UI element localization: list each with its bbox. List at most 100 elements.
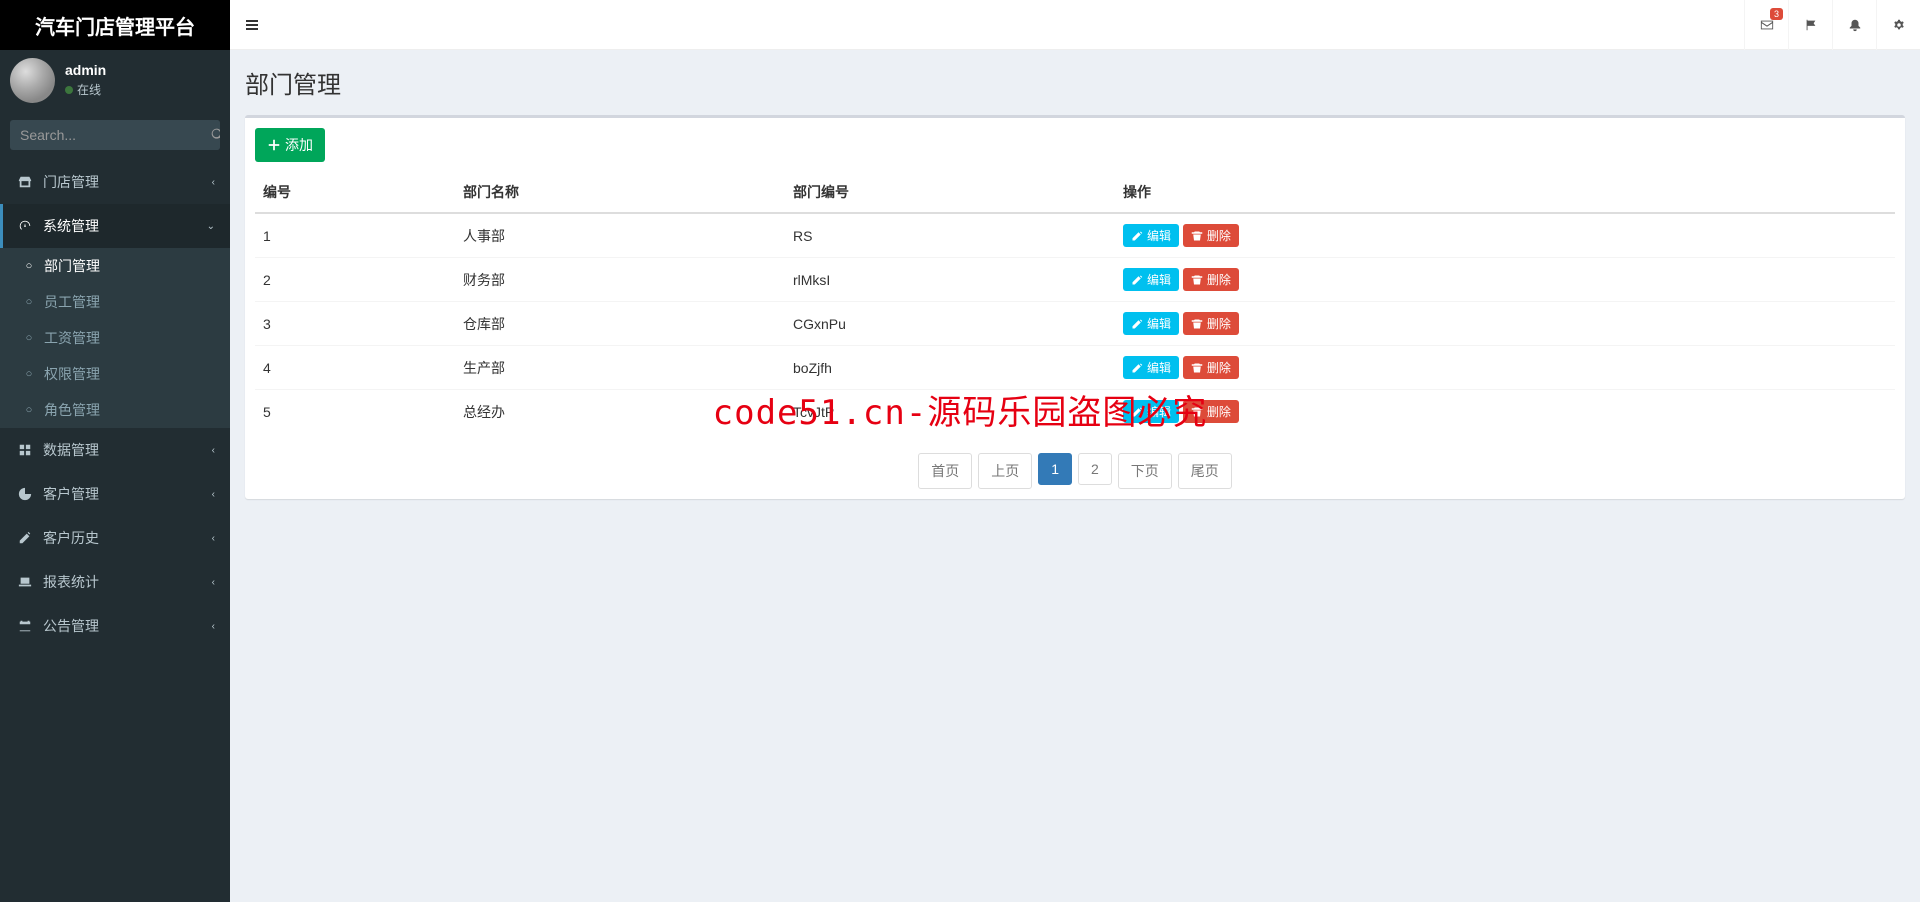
submenu-permission[interactable]: ○权限管理 — [0, 356, 230, 392]
envelope-icon — [1760, 18, 1774, 32]
page-2[interactable]: 2 — [1078, 453, 1112, 485]
cell-id: 4 — [255, 346, 455, 390]
user-status: 在线 — [65, 81, 106, 98]
content-header: 部门管理 — [230, 50, 1920, 100]
cell-code: RS — [785, 213, 1115, 258]
delete-button[interactable]: 删除 — [1183, 224, 1239, 247]
main-area: 3 部门管理 添加 编号 部门名称 — [230, 0, 1920, 902]
nav-mail[interactable]: 3 — [1744, 0, 1788, 50]
menu-report[interactable]: 报表统计‹ — [0, 560, 230, 604]
cell-id: 3 — [255, 302, 455, 346]
cell-action: 编辑 删除 — [1115, 258, 1895, 302]
search-input[interactable] — [10, 120, 211, 150]
menu-history[interactable]: 客户历史‹ — [0, 516, 230, 560]
trash-icon — [1191, 318, 1203, 330]
submenu-employee[interactable]: ○员工管理 — [0, 284, 230, 320]
flag-icon — [1804, 18, 1818, 32]
dashboard-icon — [15, 219, 35, 233]
chevron-left-icon: ‹ — [212, 445, 215, 456]
cell-name: 人事部 — [455, 213, 785, 258]
circle-icon: ○ — [20, 368, 38, 380]
nav-bell[interactable] — [1832, 0, 1876, 50]
cell-name: 生产部 — [455, 346, 785, 390]
submenu-role[interactable]: ○角色管理 — [0, 392, 230, 428]
cell-action: 编辑 删除 — [1115, 302, 1895, 346]
page-prev[interactable]: 上页 — [978, 453, 1032, 489]
th-code: 部门编号 — [785, 172, 1115, 213]
circle-icon: ○ — [20, 260, 38, 272]
menu-store[interactable]: 门店管理‹ — [0, 160, 230, 204]
avatar[interactable] — [10, 58, 55, 103]
delete-button[interactable]: 删除 — [1183, 268, 1239, 291]
cell-id: 2 — [255, 258, 455, 302]
cell-code: TcvJtP — [785, 390, 1115, 434]
pencil-icon — [1131, 230, 1143, 242]
gears-icon — [1892, 18, 1906, 32]
menu-data[interactable]: 数据管理‹ — [0, 428, 230, 472]
trash-icon — [1191, 230, 1203, 242]
submenu-department[interactable]: ○部门管理 — [0, 248, 230, 284]
chevron-left-icon: ‹ — [212, 533, 215, 544]
cell-name: 财务部 — [455, 258, 785, 302]
calendar-icon — [15, 619, 35, 633]
user-panel: admin 在线 — [0, 50, 230, 110]
pagination: 首页 上页 1 2 下页 尾页 — [255, 453, 1895, 489]
chevron-left-icon: ‹ — [212, 489, 215, 500]
page-next[interactable]: 下页 — [1118, 453, 1172, 489]
pencil-icon — [1131, 362, 1143, 374]
th-action: 操作 — [1115, 172, 1895, 213]
trash-icon — [1191, 274, 1203, 286]
laptop-icon — [15, 575, 35, 589]
search-icon — [211, 128, 220, 141]
submenu-system: ○部门管理 ○员工管理 ○工资管理 ○权限管理 ○角色管理 — [0, 248, 230, 428]
nav-settings[interactable] — [1876, 0, 1920, 50]
sidebar-toggle-button[interactable] — [230, 0, 274, 50]
mail-badge: 3 — [1770, 8, 1783, 20]
circle-icon: ○ — [20, 332, 38, 344]
delete-button[interactable]: 删除 — [1183, 356, 1239, 379]
edit-button[interactable]: 编辑 — [1123, 356, 1179, 379]
content: 添加 编号 部门名称 部门编号 操作 1人事部RS编辑 删除2财务部rlMksI… — [230, 100, 1920, 514]
cell-code: boZjfh — [785, 346, 1115, 390]
edit-button[interactable]: 编辑 — [1123, 268, 1179, 291]
chevron-left-icon: ‹ — [212, 577, 215, 588]
bars-icon — [244, 17, 260, 33]
circle-icon: ○ — [20, 404, 38, 416]
pencil-icon — [1131, 318, 1143, 330]
edit-button[interactable]: 编辑 — [1123, 312, 1179, 335]
table-row: 2财务部rlMksI编辑 删除 — [255, 258, 1895, 302]
pie-icon — [15, 487, 35, 501]
sidebar-search — [0, 110, 230, 160]
delete-button[interactable]: 删除 — [1183, 312, 1239, 335]
submenu-salary[interactable]: ○工资管理 — [0, 320, 230, 356]
th-id: 编号 — [255, 172, 455, 213]
edit-button[interactable]: 编辑 — [1123, 400, 1179, 423]
table-row: 1人事部RS 编辑 删除 — [255, 213, 1895, 258]
page-1[interactable]: 1 — [1038, 453, 1072, 485]
top-header: 3 — [230, 0, 1920, 50]
cell-code: CGxnPu — [785, 302, 1115, 346]
th-name: 部门名称 — [455, 172, 785, 213]
edit-icon — [15, 531, 35, 545]
circle-icon: ○ — [20, 296, 38, 308]
bell-icon — [1848, 18, 1862, 32]
menu-notice[interactable]: 公告管理‹ — [0, 604, 230, 648]
nav-flag[interactable] — [1788, 0, 1832, 50]
menu-customer[interactable]: 客户管理‹ — [0, 472, 230, 516]
page-first[interactable]: 首页 — [918, 453, 972, 489]
cell-action: 编辑 删除 — [1115, 390, 1895, 434]
page-last[interactable]: 尾页 — [1178, 453, 1232, 489]
page-title: 部门管理 — [245, 65, 1905, 100]
cell-code: rlMksI — [785, 258, 1115, 302]
chevron-left-icon: ‹ — [212, 177, 215, 188]
add-button[interactable]: 添加 — [255, 128, 325, 162]
online-dot-icon — [65, 86, 73, 94]
trash-icon — [1191, 362, 1203, 374]
delete-button[interactable]: 删除 — [1183, 400, 1239, 423]
edit-button[interactable]: 编辑 — [1123, 224, 1179, 247]
sidebar: 汽车门店管理平台 admin 在线 门店管理‹ 系统管理⌄ ○部门管理 ○员工管… — [0, 0, 230, 902]
menu-system[interactable]: 系统管理⌄ — [0, 204, 230, 248]
data-icon — [15, 443, 35, 457]
search-button[interactable] — [211, 120, 220, 150]
cell-id: 1 — [255, 213, 455, 258]
